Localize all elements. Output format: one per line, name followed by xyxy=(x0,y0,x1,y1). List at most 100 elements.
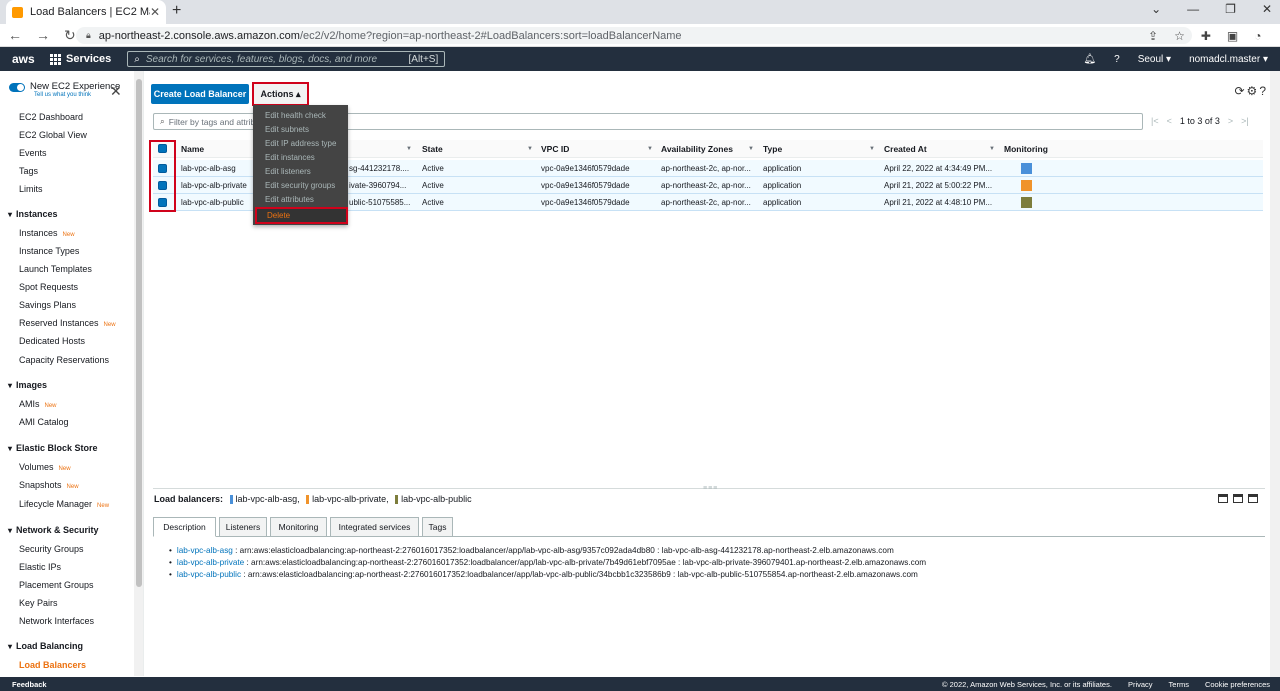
sidebar-item-snapshots[interactable]: Snapshots New xyxy=(19,480,79,490)
monitoring-swatch[interactable] xyxy=(1021,163,1032,174)
layout-full-icon[interactable] xyxy=(1218,494,1228,503)
sidebar-item-ec2-global-view[interactable]: EC2 Global View xyxy=(19,130,87,140)
sidebar-item-tags[interactable]: Tags xyxy=(19,166,38,176)
column-header-availability-zones[interactable]: Availability Zones xyxy=(661,144,733,154)
restore-icon[interactable]: ❐ xyxy=(1225,2,1236,16)
layout-split-icon[interactable] xyxy=(1233,494,1243,503)
refresh-icon[interactable]: ⟳ xyxy=(1234,84,1244,98)
monitoring-swatch[interactable] xyxy=(1021,197,1032,208)
minimize-icon[interactable]: — xyxy=(1187,2,1199,16)
back-icon[interactable]: ← xyxy=(8,27,22,44)
main-scrollbar[interactable] xyxy=(1270,71,1280,677)
sidebar-section-images[interactable]: Images xyxy=(8,380,47,390)
drag-handle-icon[interactable]: ≡≡≡ xyxy=(703,485,718,492)
menu-item-edit-security-groups[interactable]: Edit security groups xyxy=(265,181,335,190)
cookie-preferences-link[interactable]: Cookie preferences xyxy=(1205,680,1270,689)
sidebar-item-launch-templates[interactable]: Launch Templates xyxy=(19,264,92,274)
close-window-icon[interactable]: ✕ xyxy=(1262,2,1272,16)
sidebar-item-volumes[interactable]: Volumes New xyxy=(19,462,71,472)
menu-item-delete[interactable]: Delete xyxy=(255,207,348,224)
lb-link[interactable]: lab-vpc-alb-public xyxy=(177,570,241,579)
feedback-link[interactable]: Feedback xyxy=(12,680,47,689)
lb-link[interactable]: lab-vpc-alb-asg xyxy=(177,546,233,555)
close-sidebar-icon[interactable]: ✕ xyxy=(110,83,122,100)
tab-integrated-services[interactable]: Integrated services xyxy=(330,517,419,537)
toggle-switch[interactable] xyxy=(9,83,25,92)
menu-item-edit-attributes[interactable]: Edit attributes xyxy=(265,195,314,204)
terms-link[interactable]: Terms xyxy=(1169,680,1189,689)
create-load-balancer-button[interactable]: Create Load Balancer xyxy=(151,84,249,104)
url-input[interactable]: 🔒︎ ap-northeast-2.console.aws.amazon.com… xyxy=(76,27,1192,44)
tab-description[interactable]: Description xyxy=(153,517,216,537)
extensions-icon[interactable]: ✚ xyxy=(1201,29,1211,43)
sidebar-item-spot-requests[interactable]: Spot Requests xyxy=(19,282,78,292)
menu-item-edit-instances[interactable]: Edit instances xyxy=(265,153,315,162)
tab-monitoring[interactable]: Monitoring xyxy=(270,517,327,537)
browser-tab[interactable]: Load Balancers | EC2 Managem ✕ xyxy=(6,0,166,24)
sidebar-icon[interactable]: ▣ xyxy=(1227,29,1238,43)
sort-icon[interactable]: ▼ xyxy=(748,146,754,152)
reload-icon[interactable]: ↻ xyxy=(64,27,76,44)
profile-icon[interactable]: ◔ xyxy=(1254,29,1261,43)
sidebar-item-key-pairs[interactable]: Key Pairs xyxy=(19,598,58,608)
sidebar-item-lifecycle-manager[interactable]: Lifecycle Manager New xyxy=(19,499,109,509)
sort-icon[interactable]: ▼ xyxy=(406,146,412,152)
sidebar-item-reserved-instances[interactable]: Reserved Instances New xyxy=(19,318,116,328)
sidebar-item-instances[interactable]: Instances New xyxy=(19,228,75,238)
last-page-icon[interactable]: >| xyxy=(1241,116,1249,126)
sort-icon[interactable]: ▼ xyxy=(647,146,653,152)
sidebar-item-capacity-reservations[interactable]: Capacity Reservations xyxy=(19,355,109,365)
aws-logo[interactable]: aws xyxy=(12,52,36,66)
share-icon[interactable]: ⇪ xyxy=(1148,29,1158,43)
sidebar-item-amis[interactable]: AMIs New xyxy=(19,399,57,409)
close-tab-icon[interactable]: ✕ xyxy=(150,5,160,19)
prev-page-icon[interactable]: < xyxy=(1167,116,1172,126)
sidebar-item-elastic-ips[interactable]: Elastic IPs xyxy=(19,562,61,572)
star-icon[interactable]: ☆ xyxy=(1174,29,1185,43)
sort-icon[interactable]: ▼ xyxy=(989,146,995,152)
sidebar-item-placement-groups[interactable]: Placement Groups xyxy=(19,580,94,590)
column-header-state[interactable]: State xyxy=(422,144,443,154)
sidebar-section-instances[interactable]: Instances xyxy=(8,209,58,219)
menu-item-edit-subnets[interactable]: Edit subnets xyxy=(265,125,309,134)
column-header-name[interactable]: Name xyxy=(181,144,204,154)
column-header-type[interactable]: Type xyxy=(763,144,782,154)
column-header-created-at[interactable]: Created At xyxy=(884,144,927,154)
menu-item-edit-ip-address-type[interactable]: Edit IP address type xyxy=(265,139,336,148)
next-page-icon[interactable]: > xyxy=(1228,116,1233,126)
privacy-link[interactable]: Privacy xyxy=(1128,680,1153,689)
tab-listeners[interactable]: Listeners xyxy=(219,517,267,537)
new-ec2-experience-toggle[interactable]: New EC2 Experience Tell us what you thin… xyxy=(9,81,120,98)
sort-icon[interactable]: ▼ xyxy=(869,146,875,152)
forward-icon[interactable]: → xyxy=(36,27,50,44)
scrollbar-thumb[interactable] xyxy=(136,79,142,587)
sidebar-scrollbar[interactable] xyxy=(134,71,143,676)
new-exp-feedback-link[interactable]: Tell us what you think xyxy=(34,92,120,98)
sidebar-item-dedicated-hosts[interactable]: Dedicated Hosts xyxy=(19,336,85,346)
column-header-monitoring[interactable]: Monitoring xyxy=(1004,144,1048,154)
sidebar-section-load-balancing[interactable]: Load Balancing xyxy=(8,641,83,651)
layout-bottom-icon[interactable] xyxy=(1248,494,1258,503)
sidebar-item-load-balancers[interactable]: Load Balancers xyxy=(19,660,86,670)
region-selector[interactable]: Seoul ▾ xyxy=(1138,54,1171,65)
panel-splitter[interactable]: ≡≡≡ xyxy=(153,485,1265,492)
help-icon[interactable]: ? xyxy=(1259,84,1266,98)
first-page-icon[interactable]: |< xyxy=(1151,116,1159,126)
sidebar-item-network-interfaces[interactable]: Network Interfaces xyxy=(19,616,94,626)
new-tab-button[interactable]: + xyxy=(172,2,181,20)
menu-item-edit-health-check[interactable]: Edit health check xyxy=(265,111,326,120)
sidebar-item-savings-plans[interactable]: Savings Plans xyxy=(19,300,76,310)
chevron-down-icon[interactable]: ⌄ xyxy=(1151,2,1161,16)
sidebar-item-instance-types[interactable]: Instance Types xyxy=(19,246,79,256)
monitoring-swatch[interactable] xyxy=(1021,180,1032,191)
tab-tags[interactable]: Tags xyxy=(422,517,453,537)
actions-button[interactable]: Actions ▴ xyxy=(252,82,309,106)
gear-icon[interactable]: ⚙ xyxy=(1247,84,1258,98)
sidebar-item-limits[interactable]: Limits xyxy=(19,184,43,194)
bell-icon[interactable]: 🔔︎ xyxy=(1083,54,1096,65)
menu-item-edit-listeners[interactable]: Edit listeners xyxy=(265,167,311,176)
sidebar-section-ebs[interactable]: Elastic Block Store xyxy=(8,443,98,453)
sidebar-item-events[interactable]: Events xyxy=(19,148,47,158)
sort-icon[interactable]: ▼ xyxy=(527,146,533,152)
lb-link[interactable]: lab-vpc-alb-private xyxy=(177,558,244,567)
